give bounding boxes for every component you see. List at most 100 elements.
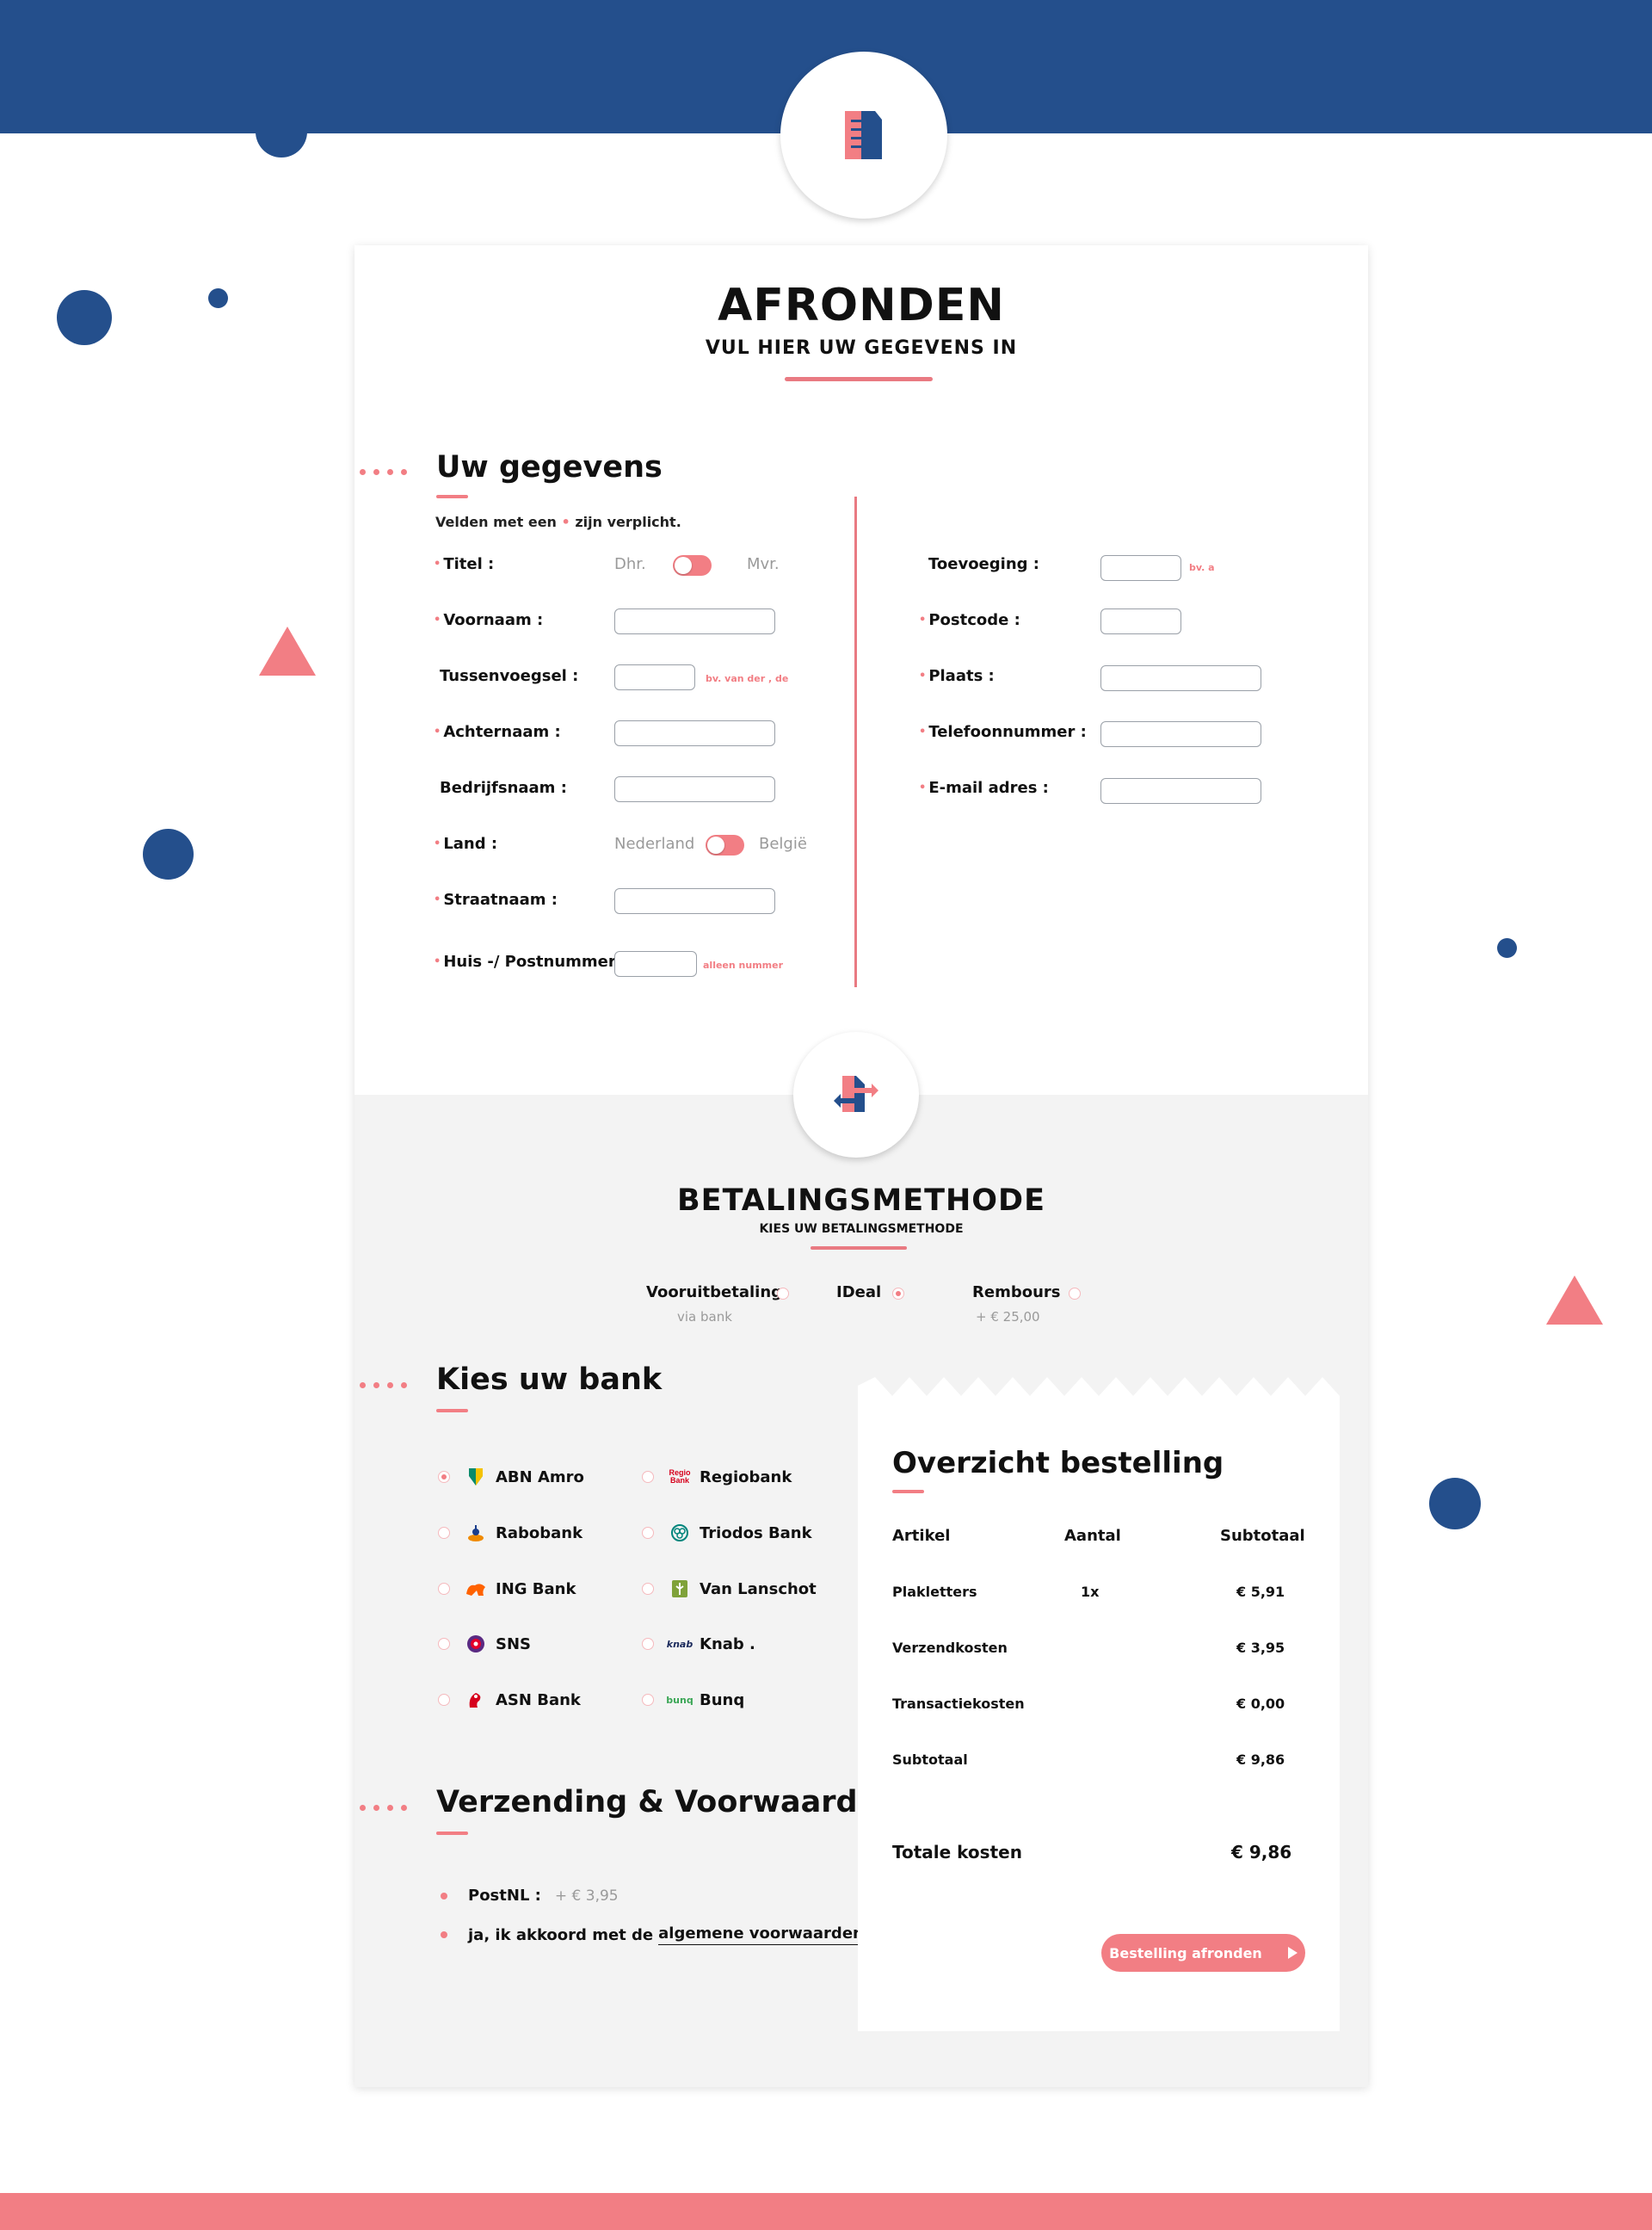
section-title-personal: Uw gegevens <box>436 450 663 485</box>
bank-radio[interactable] <box>438 1583 450 1595</box>
payment-option-rembours[interactable]: Rembours <box>972 1283 1060 1301</box>
required-note-suffix: zijn verplicht. <box>575 514 681 530</box>
page-title: AFRONDEN <box>718 280 1005 331</box>
voornaam-input[interactable] <box>614 608 775 634</box>
regiobank-logo-icon: Regio Bank <box>669 1468 691 1485</box>
column-header-aantal: Aantal <box>1064 1527 1121 1545</box>
section-title-shipping: Verzending & Voorwaarden <box>436 1785 900 1819</box>
required-note: Velden met een • zijn verplicht. <box>435 514 681 530</box>
bank-radio[interactable] <box>642 1638 654 1650</box>
total-label: Totale kosten <box>892 1842 1022 1862</box>
bank-name: Triodos Bank <box>700 1523 812 1542</box>
titel-toggle[interactable] <box>673 555 712 576</box>
huisnummer-input[interactable] <box>614 951 697 977</box>
bank-option-regiobank[interactable]: Regio Bank Regiobank <box>642 1467 792 1487</box>
bank-radio[interactable] <box>438 1471 450 1483</box>
bank-option-asn-bank[interactable]: ASN Bank <box>438 1689 581 1710</box>
bank-radio[interactable] <box>642 1527 654 1539</box>
section-underline <box>436 495 468 498</box>
receipt-zigzag-edge <box>858 1377 1340 1405</box>
bank-name: ABN Amro <box>496 1467 584 1486</box>
section-dots <box>360 1805 407 1811</box>
land-option-belgie[interactable]: België <box>759 835 807 853</box>
bank-name: Bunq <box>700 1690 745 1709</box>
required-marker-icon: • <box>434 558 441 571</box>
plaats-input[interactable] <box>1100 665 1261 691</box>
sns-logo-icon <box>464 1634 488 1654</box>
order-summary: Overzicht bestelling Artikel Aantal Subt… <box>858 1377 1340 2031</box>
straatnaam-input[interactable] <box>614 888 775 914</box>
required-marker-icon: • <box>919 670 927 683</box>
carrier-price: + € 3,95 <box>554 1887 619 1905</box>
email-input[interactable] <box>1100 778 1261 804</box>
decor-circle <box>143 829 194 880</box>
label-postcode: • Postcode : <box>919 611 1020 629</box>
bank-name: SNS <box>496 1634 531 1653</box>
terms-link[interactable]: algemene voorwaarden. <box>658 1924 870 1945</box>
payment-option-vooruitbetaling[interactable]: Vooruitbetaling <box>646 1283 782 1301</box>
label-achternaam: • Achternaam : <box>434 723 561 741</box>
label-text: Land : <box>443 835 498 853</box>
payment-option-ideal[interactable]: IDeal <box>836 1283 881 1301</box>
bank-option-van-lanschot[interactable]: Van Lanschot <box>642 1578 817 1599</box>
bank-radio[interactable] <box>438 1527 450 1539</box>
required-marker-icon: • <box>919 781 927 794</box>
bank-option-ing-bank[interactable]: ING Bank <box>438 1578 576 1599</box>
toevoeging-input[interactable] <box>1100 555 1181 581</box>
bank-name: ASN Bank <box>496 1690 581 1709</box>
label-land: • Land : <box>434 835 497 853</box>
label-straatnaam: • Straatnaam : <box>434 891 558 909</box>
bank-option-rabobank[interactable]: Rabobank <box>438 1523 583 1543</box>
required-marker-icon: • <box>919 726 927 738</box>
payment-subtitle: KIES UW BETALINGSMETHODE <box>759 1222 964 1236</box>
radio-vooruitbetaling[interactable] <box>777 1288 789 1300</box>
required-marker-icon: • <box>434 726 441 738</box>
bank-option-bunq[interactable]: bunq Bunq <box>642 1689 744 1710</box>
bank-option-knab[interactable]: knab Knab . <box>642 1634 755 1654</box>
tussenvoegsel-input[interactable] <box>614 664 695 690</box>
submit-label: Bestelling afronden <box>1109 1944 1262 1961</box>
label-titel: • Titel : <box>434 555 494 573</box>
bank-radio[interactable] <box>438 1638 450 1650</box>
land-toggle[interactable] <box>706 835 744 856</box>
terms-agreement[interactable]: ja, ik akkoord met de algemene voorwaard… <box>441 1924 870 1945</box>
decor-circle <box>256 112 307 158</box>
total-value: € 9,86 <box>1231 1842 1292 1862</box>
required-marker-icon: • <box>434 837 441 850</box>
payment-underline <box>811 1246 907 1250</box>
bank-radio[interactable] <box>642 1694 654 1706</box>
decor-circle <box>1429 1478 1481 1529</box>
bullet-icon <box>441 1931 447 1938</box>
toevoeging-hint: bv. a <box>1189 562 1215 573</box>
label-text: Straatnaam : <box>443 891 558 909</box>
required-marker-icon: • <box>434 614 441 627</box>
carrier-label: PostNL : <box>468 1887 541 1905</box>
postcode-input[interactable] <box>1100 608 1181 634</box>
van-lanschot-logo-icon <box>668 1578 692 1599</box>
row-article: Plakletters <box>892 1584 977 1600</box>
bank-radio[interactable] <box>438 1694 450 1706</box>
bank-radio[interactable] <box>642 1583 654 1595</box>
radio-rembours[interactable] <box>1069 1288 1081 1300</box>
bank-option-sns[interactable]: SNS <box>438 1634 531 1654</box>
row-subtotal: € 0,00 <box>1236 1696 1285 1712</box>
row-subtotal: € 9,86 <box>1236 1751 1285 1768</box>
bank-option-abn-amro[interactable]: ABN Amro <box>438 1467 584 1487</box>
titel-option-dhr[interactable]: Dhr. <box>614 555 646 573</box>
payment-icon-circle <box>793 1032 919 1158</box>
title-underline <box>785 377 933 381</box>
achternaam-input[interactable] <box>614 720 775 746</box>
bedrijfsnaam-input[interactable] <box>614 776 775 802</box>
huisnummer-hint: alleen nummer <box>703 960 784 971</box>
titel-option-mvr[interactable]: Mvr. <box>747 555 780 573</box>
land-option-nederland[interactable]: Nederland <box>614 835 694 853</box>
play-arrow-icon <box>1287 1947 1298 1959</box>
bank-radio[interactable] <box>642 1471 654 1483</box>
asn-logo-icon <box>464 1689 488 1710</box>
radio-ideal[interactable] <box>892 1288 904 1300</box>
shipping-option-postnl[interactable]: PostNL : + € 3,95 <box>441 1887 619 1905</box>
bank-option-triodos-bank[interactable]: Triodos Bank <box>642 1523 812 1543</box>
telefoon-input[interactable] <box>1100 721 1261 747</box>
submit-order-button[interactable]: Bestelling afronden <box>1101 1934 1305 1972</box>
decor-circle <box>208 288 228 308</box>
